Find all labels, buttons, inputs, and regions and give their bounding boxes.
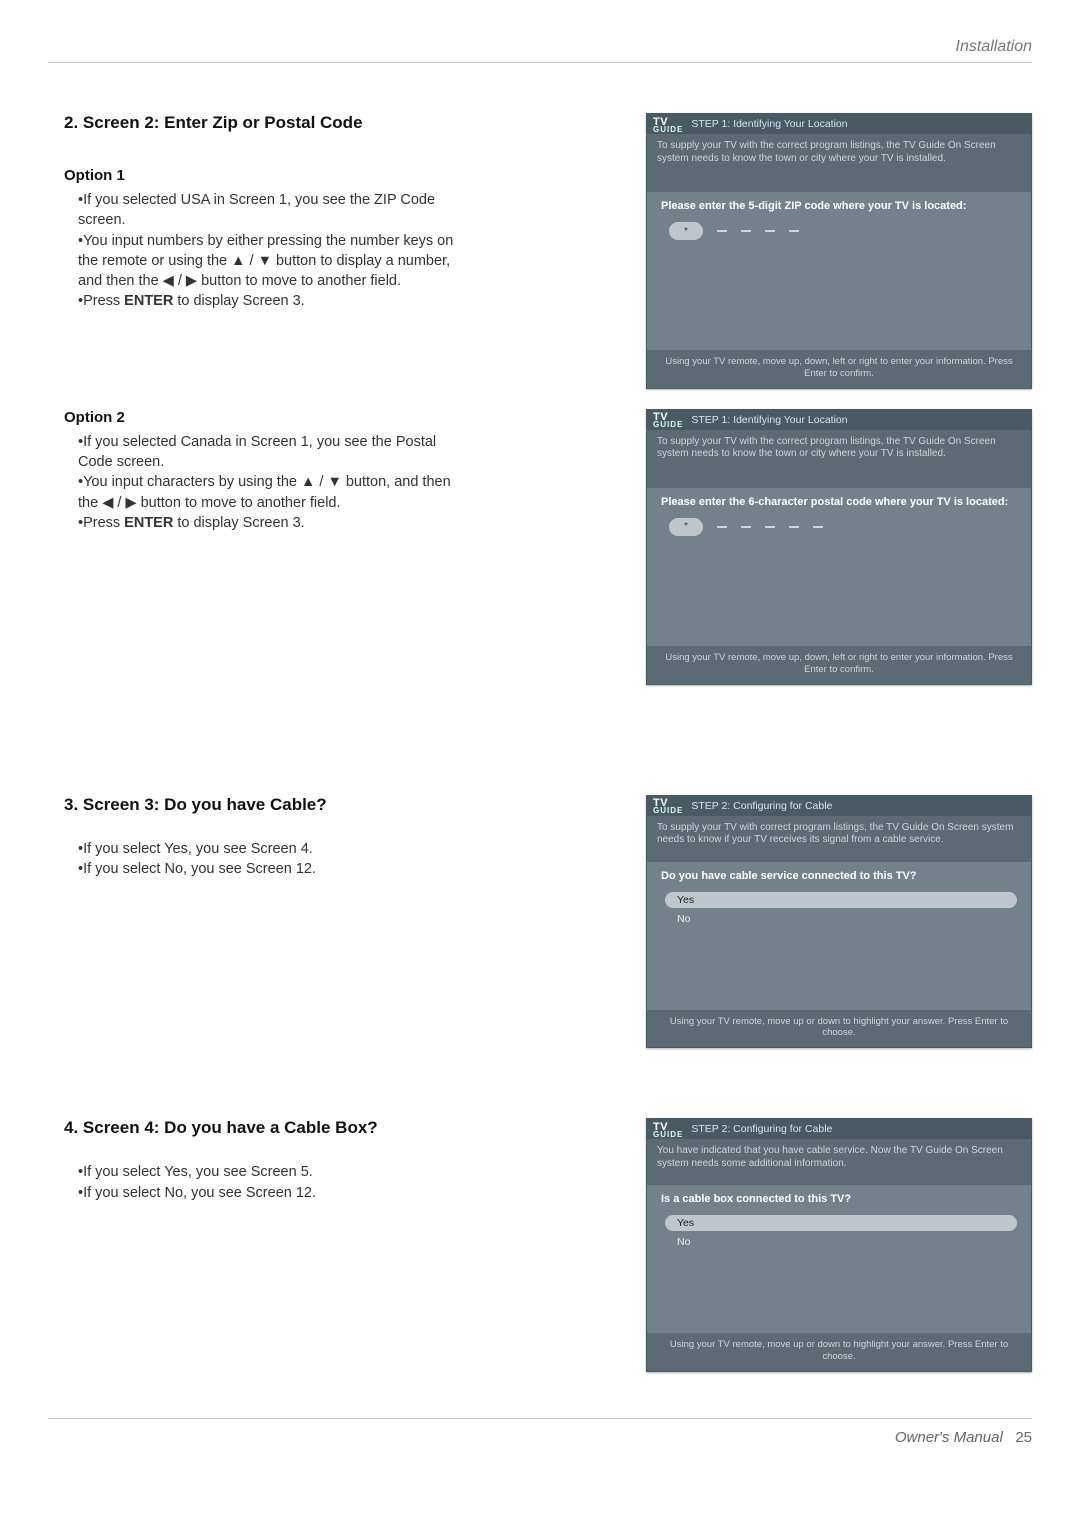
manual-page: Installation 2. Screen 2: Enter Zip or P… bbox=[0, 0, 1080, 1528]
text: / bbox=[113, 495, 125, 511]
tv-guide-logo: TV GUIDE bbox=[653, 411, 683, 428]
text: •Press bbox=[78, 515, 124, 531]
breadcrumb: Installation bbox=[48, 38, 1032, 62]
section-title: 3. Screen 3: Do you have Cable? bbox=[64, 795, 628, 815]
text: / bbox=[246, 253, 258, 269]
code-field[interactable] bbox=[717, 230, 727, 232]
option-list: Yes No bbox=[661, 892, 1017, 927]
bullet-item: •If you select Yes, you see Screen 5. bbox=[64, 1162, 474, 1182]
bullet-item: •Press ENTER to display Screen 3. bbox=[64, 513, 474, 533]
bullet-item: •If you selected Canada in Screen 1, you… bbox=[64, 432, 474, 473]
bullet-item: •You input characters by using the ▲ / ▼… bbox=[64, 472, 474, 513]
text: button to move to another field. bbox=[137, 495, 341, 511]
osd-step-label: STEP 2: Configuring for Cable bbox=[691, 1123, 832, 1135]
code-field[interactable] bbox=[741, 230, 751, 232]
code-field[interactable]: * bbox=[669, 518, 703, 536]
option-no[interactable]: No bbox=[665, 911, 1017, 927]
bullet-item: •If you selected USA in Screen 1, you se… bbox=[64, 190, 474, 231]
osd-panel-cable: TV GUIDE STEP 2: Configuring for Cable T… bbox=[646, 795, 1032, 1049]
text: •You input characters by using the bbox=[78, 474, 301, 490]
body-text: •If you select Yes, you see Screen 4. •I… bbox=[64, 839, 474, 880]
down-arrow-icon: ▼ bbox=[327, 474, 341, 490]
logo-text: GUIDE bbox=[653, 809, 683, 814]
tv-guide-logo: TV GUIDE bbox=[653, 116, 683, 133]
down-arrow-icon: ▼ bbox=[258, 253, 272, 269]
left-arrow-icon: ◀ bbox=[163, 273, 174, 289]
code-field[interactable] bbox=[765, 230, 775, 232]
bullet-item: •You input numbers by either pressing th… bbox=[64, 231, 474, 292]
osd-prompt: Please enter the 5-digit ZIP code where … bbox=[661, 200, 1017, 212]
code-field[interactable] bbox=[741, 526, 751, 528]
option-no[interactable]: No bbox=[665, 1234, 1017, 1250]
text: •Press bbox=[78, 293, 124, 309]
osd-description: To supply your TV with the correct progr… bbox=[657, 140, 1021, 192]
osd-prompt: Do you have cable service connected to t… bbox=[661, 870, 1017, 882]
tv-guide-logo: TV GUIDE bbox=[653, 797, 683, 814]
text: / bbox=[174, 273, 186, 289]
osd-panel-postal: TV GUIDE STEP 1: Identifying Your Locati… bbox=[646, 409, 1032, 685]
option-yes[interactable]: Yes bbox=[665, 1215, 1017, 1231]
bullet-item: •Press ENTER to display Screen 3. bbox=[64, 291, 474, 311]
code-field[interactable] bbox=[813, 526, 823, 528]
right-arrow-icon: ▶ bbox=[125, 495, 136, 511]
osd-footer-hint: Using your TV remote, move up, down, lef… bbox=[647, 646, 1031, 684]
option-yes[interactable]: Yes bbox=[665, 892, 1017, 908]
text: / bbox=[315, 474, 327, 490]
tv-guide-logo: TV GUIDE bbox=[653, 1121, 683, 1138]
osd-footer-hint: Using your TV remote, move up or down to… bbox=[647, 1010, 1031, 1048]
logo-text: GUIDE bbox=[653, 128, 683, 133]
enter-key: ENTER bbox=[124, 515, 173, 531]
body-text: •If you select Yes, you see Screen 5. •I… bbox=[64, 1162, 474, 1203]
logo-text: GUIDE bbox=[653, 1133, 683, 1138]
body-text: •If you selected Canada in Screen 1, you… bbox=[64, 432, 474, 533]
logo-text: GUIDE bbox=[653, 423, 683, 428]
code-field[interactable] bbox=[717, 526, 727, 528]
osd-footer-hint: Using your TV remote, move up, down, lef… bbox=[647, 350, 1031, 388]
footer-label: Owner's Manual bbox=[895, 1429, 1003, 1446]
osd-panel-cablebox: TV GUIDE STEP 2: Configuring for Cable Y… bbox=[646, 1118, 1032, 1372]
bullet-item: •If you select No, you see Screen 12. bbox=[64, 859, 474, 879]
osd-panel-zip: TV GUIDE STEP 1: Identifying Your Locati… bbox=[646, 113, 1032, 389]
text: to display Screen 3. bbox=[173, 293, 304, 309]
option-title: Option 2 bbox=[64, 409, 628, 426]
osd-step-label: STEP 2: Configuring for Cable bbox=[691, 800, 832, 812]
up-arrow-icon: ▲ bbox=[301, 474, 315, 490]
osd-step-label: STEP 1: Identifying Your Location bbox=[691, 414, 847, 426]
page-number: 25 bbox=[1015, 1429, 1032, 1446]
postal-field-row: * bbox=[661, 518, 1017, 536]
osd-footer-hint: Using your TV remote, move up or down to… bbox=[647, 1333, 1031, 1371]
text: button to move to another field. bbox=[197, 273, 401, 289]
osd-prompt: Is a cable box connected to this TV? bbox=[661, 1193, 1017, 1205]
body-text: •If you selected USA in Screen 1, you se… bbox=[64, 190, 474, 312]
text: to display Screen 3. bbox=[173, 515, 304, 531]
top-rule bbox=[48, 62, 1032, 63]
code-field[interactable] bbox=[789, 230, 799, 232]
option-list: Yes No bbox=[661, 1215, 1017, 1250]
section-title: 2. Screen 2: Enter Zip or Postal Code bbox=[64, 113, 628, 133]
option-title: Option 1 bbox=[64, 167, 628, 184]
zip-field-row: * bbox=[661, 222, 1017, 240]
right-arrow-icon: ▶ bbox=[186, 273, 197, 289]
enter-key: ENTER bbox=[124, 293, 173, 309]
osd-description: To supply your TV with the correct progr… bbox=[657, 436, 1021, 488]
bullet-item: •If you select No, you see Screen 12. bbox=[64, 1183, 474, 1203]
osd-description: You have indicated that you have cable s… bbox=[657, 1145, 1021, 1185]
section-title: 4. Screen 4: Do you have a Cable Box? bbox=[64, 1118, 628, 1138]
code-field[interactable] bbox=[765, 526, 775, 528]
up-arrow-icon: ▲ bbox=[231, 253, 245, 269]
osd-prompt: Please enter the 6-character postal code… bbox=[661, 496, 1017, 508]
page-footer: Owner's Manual 25 bbox=[48, 1419, 1032, 1446]
osd-step-label: STEP 1: Identifying Your Location bbox=[691, 118, 847, 130]
osd-description: To supply your TV with correct program l… bbox=[657, 822, 1021, 862]
code-field[interactable]: * bbox=[669, 222, 703, 240]
code-field[interactable] bbox=[789, 526, 799, 528]
left-arrow-icon: ◀ bbox=[102, 495, 113, 511]
bullet-item: •If you select Yes, you see Screen 4. bbox=[64, 839, 474, 859]
